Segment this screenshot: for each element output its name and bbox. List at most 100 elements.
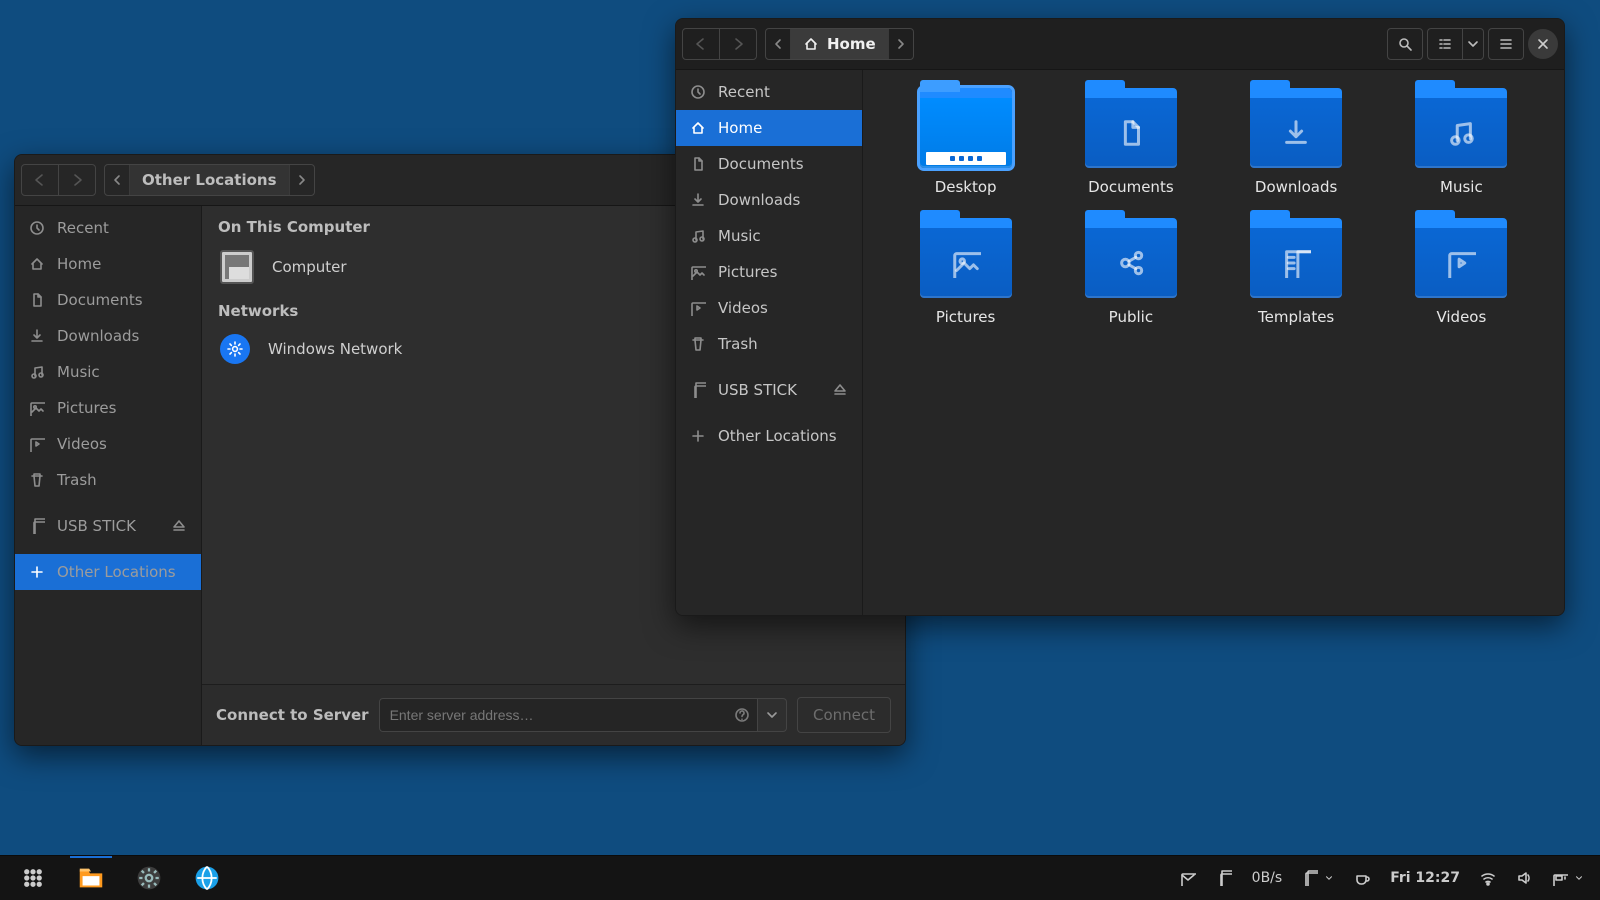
sidebar-item-label: Home	[57, 255, 101, 273]
folder-icon	[920, 88, 1012, 168]
sidebar-item-home[interactable]: Home	[15, 246, 201, 282]
folder-desktop[interactable]: Desktop	[883, 88, 1048, 196]
server-address-input[interactable]	[380, 707, 727, 723]
search-button[interactable]	[1387, 28, 1423, 60]
sidebar-item-videos[interactable]: Videos	[15, 426, 201, 462]
connect-label: Connect to Server	[216, 706, 369, 724]
sidebar-item-trash[interactable]: Trash	[15, 462, 201, 498]
sidebar: Recent Home Documents DownloadsMusic Picture…	[676, 70, 863, 615]
view-options-dropdown[interactable]	[1462, 28, 1484, 60]
sidebar-item-label: Trash	[718, 335, 758, 353]
network-indicator[interactable]	[1480, 870, 1496, 886]
eject-icon[interactable]	[832, 382, 848, 398]
folder-icon	[1415, 88, 1507, 168]
sidebar-item-label: Documents	[718, 155, 804, 173]
windows-network-icon	[220, 334, 250, 364]
sidebar-item-trash[interactable]: Trash	[676, 326, 862, 362]
sidebar-item-pictures[interactable]: Pictures	[15, 390, 201, 426]
forward-button[interactable]	[719, 29, 756, 59]
path-current[interactable]: Other Locations	[130, 165, 290, 195]
forward-button[interactable]	[58, 165, 95, 195]
sidebar-item-downloads[interactable]: Downloads	[15, 318, 201, 354]
eject-icon[interactable]	[171, 518, 187, 534]
path-title: Other Locations	[142, 171, 277, 189]
folder-documents[interactable]: Documents	[1048, 88, 1213, 196]
folder-pictures[interactable]: Pictures	[883, 218, 1048, 326]
folder-grid[interactable]: Desktop Documents Downloads Music Pictures Pu…	[863, 70, 1564, 615]
clock[interactable]: Fri 12:27	[1390, 870, 1460, 886]
sidebar-item-recent[interactable]: Recent	[676, 74, 862, 110]
folder-icon	[920, 218, 1012, 298]
globe-icon	[194, 865, 220, 891]
path-bar[interactable]: Home	[765, 28, 914, 60]
folder-videos[interactable]: Videos	[1379, 218, 1544, 326]
sidebar-item-other-locations[interactable]: Other Locations	[676, 418, 862, 454]
battery-indicator[interactable]	[1552, 870, 1584, 886]
sidebar-item-label: USB STICK	[718, 381, 797, 399]
close-window-button[interactable]	[1528, 29, 1558, 59]
titlebar[interactable]: Home	[676, 19, 1564, 70]
download-icon	[690, 192, 706, 208]
sidebar-item-videos[interactable]: Videos	[676, 290, 862, 326]
browser-launcher[interactable]	[180, 856, 234, 900]
sidebar-item-label: Downloads	[57, 327, 139, 345]
sidebar-item-label: Pictures	[718, 263, 777, 281]
folder-label: Desktop	[935, 178, 997, 196]
sidebar-item-music[interactable]: Music	[15, 354, 201, 390]
sidebar-item-label: Home	[718, 119, 762, 137]
folder-label: Videos	[1436, 308, 1486, 326]
folder-label: Downloads	[1255, 178, 1337, 196]
folder-label: Templates	[1258, 308, 1334, 326]
netspeed-indicator[interactable]: 0B/s	[1252, 870, 1283, 886]
sidebar-item-music[interactable]: Music	[676, 218, 862, 254]
sidebar-item-usb-stick[interactable]: USB STICK	[15, 508, 201, 544]
sidebar-item-recent[interactable]: Recent	[15, 210, 201, 246]
mail-indicator[interactable]	[1180, 870, 1196, 886]
chevron-right-icon[interactable]	[290, 165, 314, 195]
sidebar-item-usb-stick[interactable]: USB STICK	[676, 372, 862, 408]
folder-label: Pictures	[936, 308, 995, 326]
folder-templates[interactable]: Templates	[1214, 218, 1379, 326]
sidebar-item-label: Videos	[57, 435, 107, 453]
sidebar-item-pictures[interactable]: Pictures	[676, 254, 862, 290]
settings-launcher[interactable]	[122, 856, 176, 900]
help-icon[interactable]	[727, 707, 757, 723]
applications-button[interactable]	[6, 856, 60, 900]
back-button[interactable]	[22, 165, 58, 195]
usb-icon	[29, 518, 45, 534]
server-history-dropdown[interactable]	[758, 698, 787, 732]
sidebar-item-documents[interactable]: Documents	[676, 146, 862, 182]
caffeine-indicator[interactable]	[1354, 870, 1370, 886]
doc-icon	[690, 156, 706, 172]
videos-icon	[29, 436, 45, 452]
usb-indicator[interactable]	[1216, 870, 1232, 886]
clipboard-indicator[interactable]	[1302, 870, 1334, 886]
sidebar-item-downloads[interactable]: Downloads	[676, 182, 862, 218]
view-toggle-button[interactable]	[1427, 28, 1462, 60]
trash-icon	[690, 336, 706, 352]
back-button[interactable]	[683, 29, 719, 59]
chevron-left-icon[interactable]	[105, 165, 130, 195]
sidebar-item-documents[interactable]: Documents	[15, 282, 201, 318]
chevron-left-icon[interactable]	[766, 29, 791, 59]
sidebar-item-home[interactable]: Home	[676, 110, 862, 146]
hamburger-menu-button[interactable]	[1488, 28, 1524, 60]
folder-icon	[1085, 88, 1177, 168]
chevron-right-icon[interactable]	[889, 29, 913, 59]
connect-button[interactable]: Connect	[797, 697, 891, 733]
path-bar[interactable]: Other Locations	[104, 164, 315, 196]
nav-buttons	[682, 28, 757, 60]
volume-indicator[interactable]	[1516, 870, 1532, 886]
sidebar: Recent Home Documents Downloads Music Picture…	[15, 206, 202, 745]
sidebar-item-label: Recent	[718, 83, 770, 101]
folder-downloads[interactable]: Downloads	[1214, 88, 1379, 196]
sidebar-item-label: Other Locations	[718, 427, 837, 445]
system-tray: 0B/s Fri 12:27	[1180, 870, 1594, 886]
folder-music[interactable]: Music	[1379, 88, 1544, 196]
folder-public[interactable]: Public	[1048, 218, 1213, 326]
file-manager-launcher[interactable]	[64, 856, 118, 900]
folder-icon	[1250, 218, 1342, 298]
sidebar-item-other-locations[interactable]: Other Locations	[15, 554, 201, 590]
sidebar-item-label: Pictures	[57, 399, 116, 417]
path-current[interactable]: Home	[791, 29, 889, 59]
